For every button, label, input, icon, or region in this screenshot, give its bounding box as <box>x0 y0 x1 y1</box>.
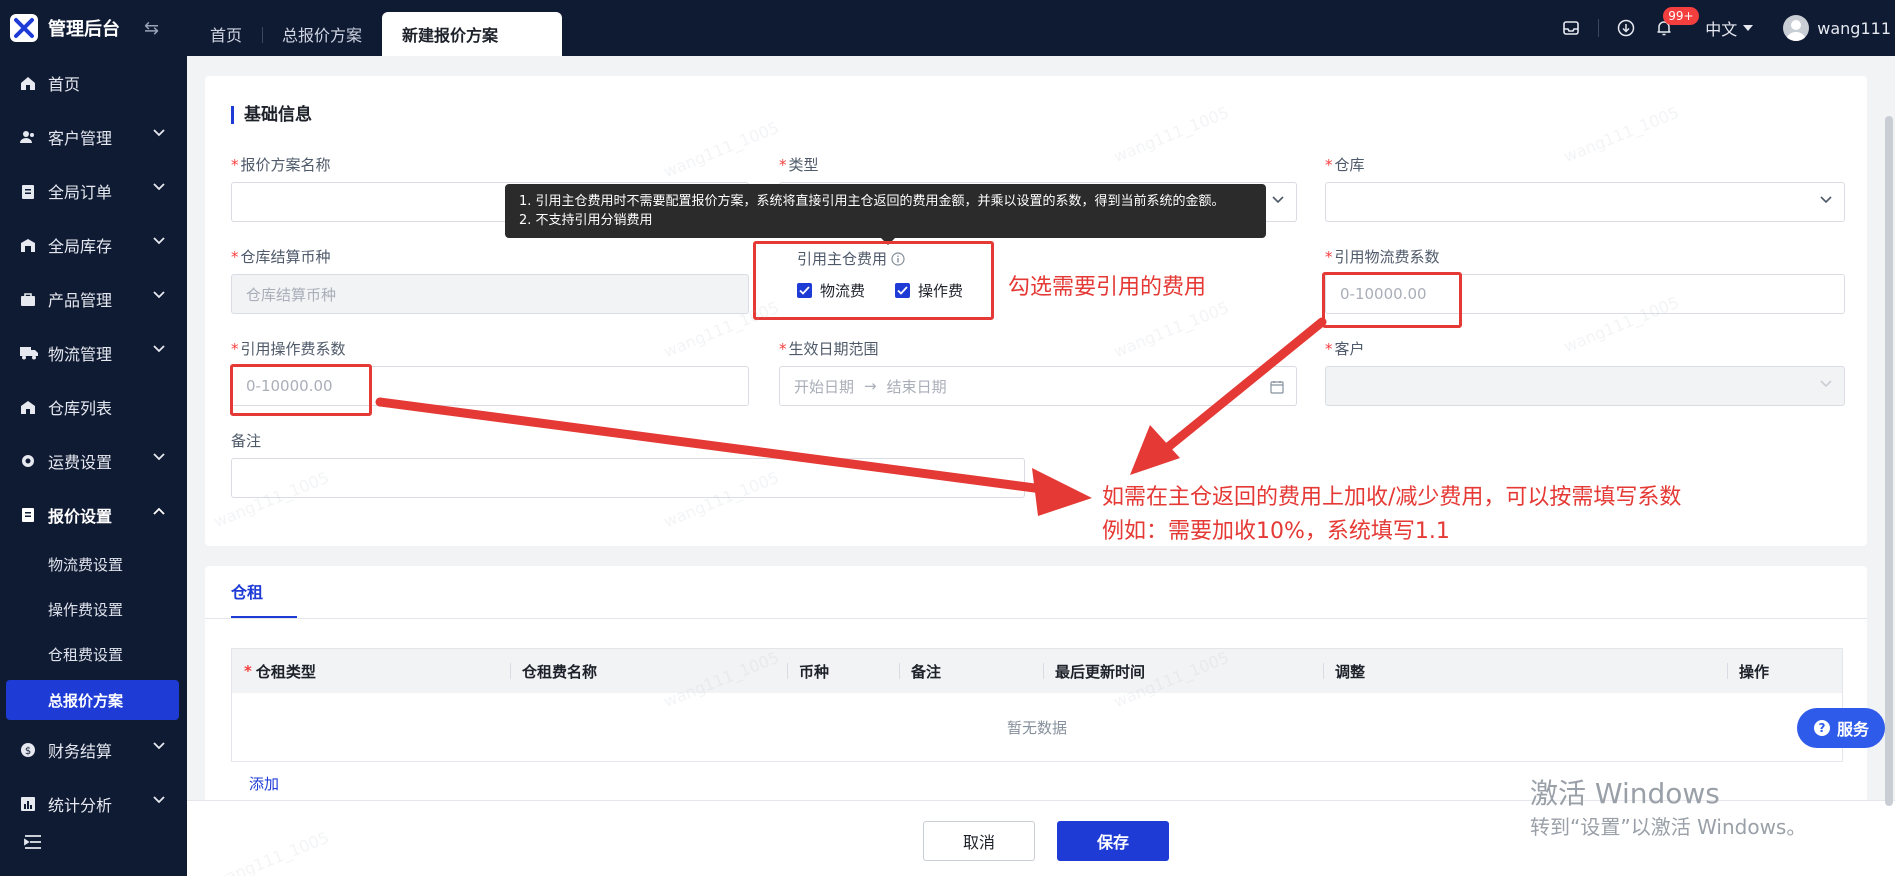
annotation-arrows <box>375 317 1327 516</box>
svg-text:?: ? <box>1819 721 1826 735</box>
windows-activation-notice: 激活 Windows 转到“设置”以激活 Windows。 <box>1530 776 1806 842</box>
service-label: 服务 <box>1836 720 1869 739</box>
app-root: 管理后台 ⇆ 首页 总报价方案 新建报价方案 99+ 中文 wang111 首页… <box>0 0 1895 876</box>
activation-subtitle: 转到“设置”以激活 Windows。 <box>1530 815 1807 839</box>
annotation-check-note: 勾选需要引用的费用 <box>1008 275 1207 300</box>
service-button[interactable]: ? 服务 <box>1797 708 1885 748</box>
annotation-coef-note-line1: 如需在主仓返回的费用上加收/减少费用，可以按需填写系数 <box>1102 485 1682 510</box>
activation-title: 激活 Windows <box>1530 777 1720 810</box>
help-icon: ? <box>1813 720 1830 736</box>
annotation-coef-note-line2: 例如：需要加收10%，系统填写1.1 <box>1102 519 1450 544</box>
